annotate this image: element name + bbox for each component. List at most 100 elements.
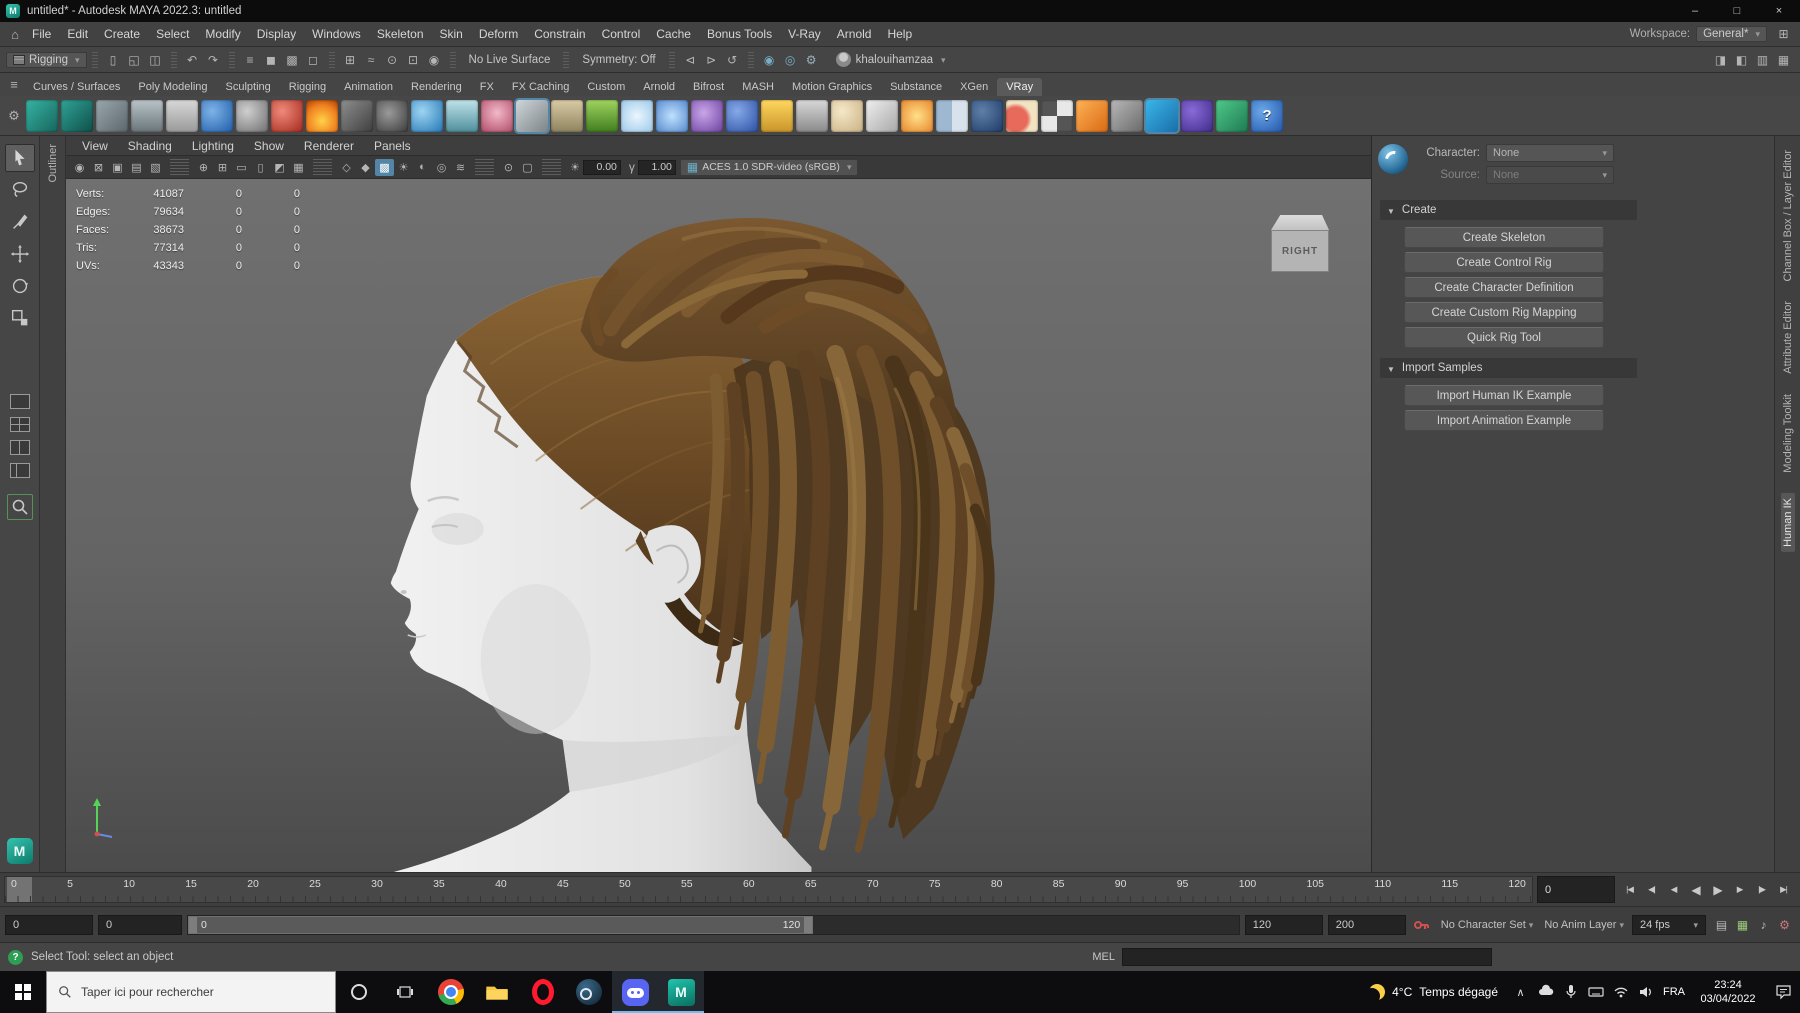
glass-material-icon[interactable] xyxy=(131,99,163,132)
lens-icon[interactable] xyxy=(516,99,548,132)
panel-menu-item[interactable]: Shading xyxy=(118,137,182,155)
workspace-settings-icon[interactable]: ⊞ xyxy=(1773,25,1794,44)
shelf-tab-poly-modeling[interactable]: Poly Modeling xyxy=(129,78,216,96)
sand-texture-icon[interactable] xyxy=(551,99,583,132)
menu-item[interactable]: Constrain xyxy=(526,24,593,44)
select-hierarchy-icon[interactable]: ≡ xyxy=(240,50,261,69)
animation-start-field[interactable]: 0 xyxy=(5,914,93,935)
wireframe-icon[interactable]: ◇ xyxy=(337,159,356,176)
taskbar-search[interactable] xyxy=(46,971,336,1013)
playback-start-field[interactable]: 0 xyxy=(98,914,182,935)
sidebar-channel-box-icon[interactable]: ◨ xyxy=(1710,50,1731,69)
create-custom-rig-mapping-button[interactable]: Create Custom Rig Mapping xyxy=(1404,302,1604,323)
step-forward-frame-button[interactable]: ▶ xyxy=(1729,878,1750,902)
prism-icon[interactable] xyxy=(341,99,373,132)
menu-item[interactable]: V-Ray xyxy=(780,24,829,44)
construction-history-icon[interactable]: ↺ xyxy=(722,50,743,69)
divider[interactable] xyxy=(747,51,754,68)
tab-attribute-editor[interactable]: Attribute Editor xyxy=(1782,301,1794,374)
make-live-icon[interactable]: ◉ xyxy=(424,50,445,69)
workspace-panels-icon[interactable]: ▦ xyxy=(1773,50,1794,69)
taskbar-clock[interactable]: 23:24 03/04/2022 xyxy=(1690,971,1766,1013)
volume-icon[interactable] xyxy=(1633,971,1658,1013)
live-surface-button[interactable]: No Live Surface xyxy=(461,54,559,66)
menu-set-dropdown[interactable]: Rigging xyxy=(6,51,87,68)
symmetry-button[interactable]: Symmetry: Off xyxy=(574,54,663,66)
onedrive-icon[interactable] xyxy=(1533,971,1558,1013)
shelf-tab-xgen[interactable]: XGen xyxy=(951,78,997,96)
input-connections-icon[interactable]: ⊲ xyxy=(680,50,701,69)
menu-item[interactable]: Skin xyxy=(432,24,471,44)
steam-icon[interactable] xyxy=(566,971,612,1013)
open-scene-icon[interactable]: ◱ xyxy=(124,50,145,69)
auto-keyframe-toggle[interactable] xyxy=(1411,917,1433,933)
two-d-pan-zoom-icon[interactable]: ⊕ xyxy=(194,159,213,176)
menu-item[interactable]: Create xyxy=(96,24,148,44)
action-center-button[interactable] xyxy=(1766,971,1800,1013)
water-drop-icon[interactable] xyxy=(411,99,443,132)
step-forward-key-button[interactable]: |▶ xyxy=(1751,878,1772,902)
camera-clapper-icon[interactable] xyxy=(1076,99,1108,132)
weather-widget[interactable]: 4°C Temps dégagé xyxy=(1359,971,1508,1013)
duo-sphere-icon[interactable] xyxy=(1006,99,1038,132)
lights-icon[interactable]: ☀ xyxy=(394,159,413,176)
grass-fx-icon[interactable] xyxy=(586,99,618,132)
divider[interactable] xyxy=(313,158,332,176)
isolate-select-icon[interactable]: ⊙ xyxy=(499,159,518,176)
shelf-tab-bifrost[interactable]: Bifrost xyxy=(684,78,733,96)
gamma-field[interactable]: 1.00 xyxy=(637,159,676,175)
menu-item[interactable]: Edit xyxy=(59,24,96,44)
start-button[interactable] xyxy=(0,971,46,1013)
animation-end-field[interactable]: 200 xyxy=(1327,914,1406,935)
wifi-icon[interactable] xyxy=(1608,971,1633,1013)
dome-light-icon[interactable] xyxy=(761,99,793,132)
snap-plane-icon[interactable]: ⊡ xyxy=(403,50,424,69)
view-cube-top-face[interactable] xyxy=(1271,215,1329,230)
two-pane-layout-button[interactable] xyxy=(9,440,30,455)
shelf-tab-fx-caching[interactable]: FX Caching xyxy=(503,78,578,96)
scale-tool[interactable] xyxy=(5,304,35,332)
menu-item[interactable]: Help xyxy=(879,24,920,44)
fire-fx-icon[interactable] xyxy=(306,99,338,132)
navy-sphere-icon[interactable] xyxy=(971,99,1003,132)
discord-icon[interactable] xyxy=(612,971,658,1013)
import-samples-section-header[interactable]: Import Samples xyxy=(1380,358,1637,378)
outliner-pane-layout-button[interactable] xyxy=(9,463,30,478)
panel-menu-item[interactable]: Panels xyxy=(364,137,421,155)
panel-menu-item[interactable]: Show xyxy=(244,137,294,155)
create-character-definition-button[interactable]: Create Character Definition xyxy=(1404,277,1604,298)
rotate-tool[interactable] xyxy=(5,272,35,300)
divider[interactable] xyxy=(170,51,177,68)
shelf-tab-arnold[interactable]: Arnold xyxy=(634,78,684,96)
rig-tool-icon[interactable] xyxy=(1111,99,1143,132)
panel-menu-item[interactable]: Lighting xyxy=(182,137,244,155)
mel-label[interactable]: MEL xyxy=(1092,951,1115,963)
show-hidden-icons-button[interactable]: ∧ xyxy=(1508,971,1533,1013)
range-end-handle[interactable] xyxy=(804,916,813,933)
resolution-gate-icon[interactable]: ▯ xyxy=(251,159,270,176)
create-section-header[interactable]: Create xyxy=(1380,200,1637,220)
motion-blur-icon[interactable]: ≋ xyxy=(451,159,470,176)
sparkle-fx-icon[interactable] xyxy=(656,99,688,132)
home-icon[interactable] xyxy=(6,27,24,42)
menu-item[interactable]: Select xyxy=(148,24,197,44)
outliner-strip[interactable]: Outliner xyxy=(40,136,66,872)
view-cube-front-face[interactable]: RIGHT xyxy=(1271,230,1329,272)
divider[interactable] xyxy=(475,158,494,176)
four-pane-layout-button[interactable] xyxy=(9,417,30,432)
funnel-icon[interactable] xyxy=(796,99,828,132)
blue-sphere-icon[interactable] xyxy=(726,99,758,132)
redo-icon[interactable]: ↷ xyxy=(203,50,224,69)
range-slider-track[interactable]: 0 120 xyxy=(187,914,1240,935)
fireworks-fx-icon[interactable] xyxy=(901,99,933,132)
divider[interactable] xyxy=(668,51,675,68)
import-human-ik-example-button[interactable]: Import Human IK Example xyxy=(1404,385,1604,406)
waterfall-fx-icon[interactable] xyxy=(446,99,478,132)
highlight-selection-icon[interactable]: ◻ xyxy=(303,50,324,69)
gate-mask-icon[interactable]: ◩ xyxy=(270,159,289,176)
shelf-tab-rigging[interactable]: Rigging xyxy=(280,78,335,96)
current-frame-field[interactable]: 0 xyxy=(1537,876,1615,903)
shelf-tab-animation[interactable]: Animation xyxy=(335,78,402,96)
shelf-menu-icon[interactable] xyxy=(4,77,24,92)
nurbs-plane-icon[interactable] xyxy=(96,99,128,132)
